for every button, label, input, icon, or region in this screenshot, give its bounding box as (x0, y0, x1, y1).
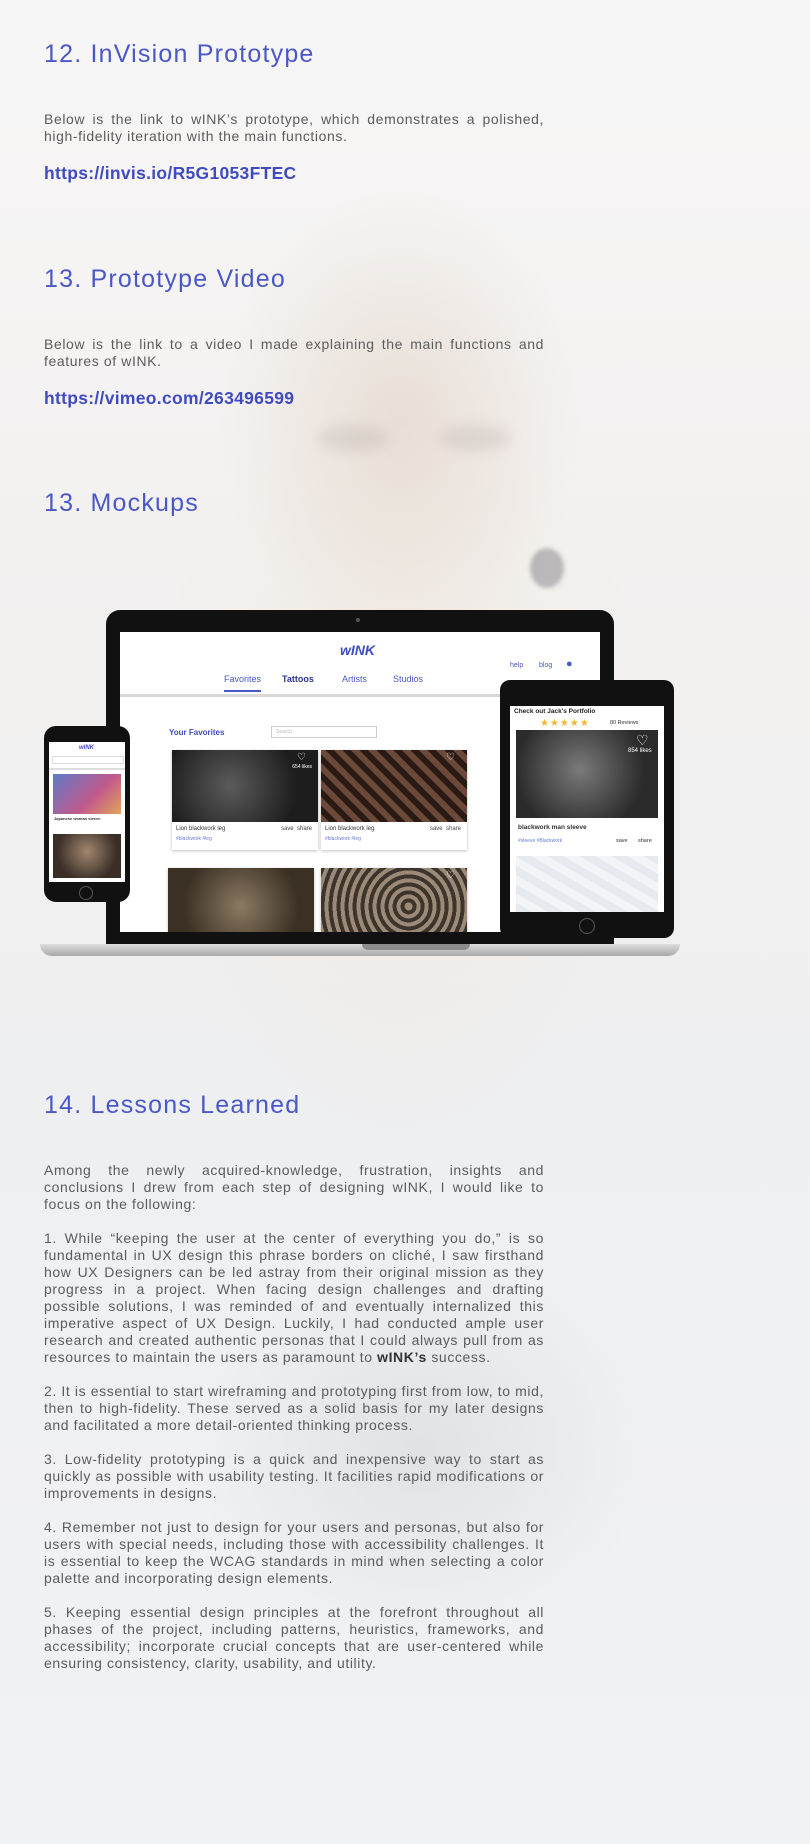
tablet-tags: #sleeve #Blackwork (518, 838, 563, 844)
phone-screen: wINK Japanese woman sleeve (49, 742, 125, 882)
tablet-likes: 854 likes (628, 748, 652, 754)
heart-icon: ♡ (297, 752, 306, 763)
nav-artists: Artists (342, 674, 368, 684)
heart-icon: ♡ (446, 870, 455, 881)
section-heading-mockups: 13. Mockups (44, 489, 199, 517)
invision-link[interactable]: https://invis.io/R5G1053FTEC (44, 163, 296, 184)
card-actions: save share (429, 826, 461, 832)
section-heading-lessons: 14. Lessons Learned (44, 1091, 301, 1119)
tablet-share: share (638, 838, 652, 844)
lessons-intro: Among the newly acquired-knowledge, frus… (44, 1162, 544, 1212)
review-count: 80 Reviews (610, 720, 639, 726)
card-caption: Lion blackwork leg (325, 826, 375, 832)
likes-count: 654 likes (292, 764, 312, 770)
device-mockups: wINK help blog ● Favorites Tattoos Artis… (40, 610, 756, 990)
phone-logo: wINK (79, 745, 94, 751)
video-description: Below is the link to a video I made expl… (44, 336, 544, 369)
lesson-item-5: 5. Keeping essential design principles a… (44, 1604, 544, 1671)
star-rating: ★★★★★ (540, 718, 590, 729)
tattoo-card: ♡ (321, 868, 467, 932)
mockup-search-field: Search (271, 726, 377, 738)
nav-tattoos: Tattoos (282, 674, 314, 684)
help-link: help (510, 662, 524, 669)
lesson-item-4: 4. Remember not just to design for your … (44, 1519, 544, 1586)
tablet-save: save (616, 838, 628, 844)
tablet-caption: blackwork man sleeve (518, 824, 587, 831)
section-heading-invision: 12. InVision Prototype (44, 40, 315, 68)
tattoo-card: ♡ Lion blackwork leg #blackwork #leg sav… (321, 750, 467, 850)
your-favorites-label: Your Favorites (169, 728, 225, 737)
lesson-item-2: 2. It is essential to start wireframing … (44, 1383, 544, 1433)
tablet-mockup: Check out Jack's Portfolio ★★★★★ 80 Revi… (500, 680, 674, 938)
portfolio-title: Check out Jack's Portfolio (514, 708, 596, 715)
card-caption: Lion blackwork leg (176, 826, 226, 832)
card-tags: #blackwork #leg (325, 836, 361, 842)
invision-description: Below is the link to wINK’s prototype, w… (44, 111, 544, 144)
blog-link: blog (539, 662, 553, 669)
map-preview (516, 856, 658, 912)
lesson-item-3: 3. Low-fidelity prototyping is a quick a… (44, 1451, 544, 1501)
lesson-item-1: 1. While “keeping the user at the center… (44, 1230, 544, 1365)
user-icon: ● (566, 658, 573, 670)
vimeo-link[interactable]: https://vimeo.com/263496599 (44, 388, 294, 409)
phone-card-caption: Japanese woman sleeve (54, 816, 101, 821)
section-heading-video: 13. Prototype Video (44, 265, 286, 293)
tattoo-card: ♡ 654 likes Lion blackwork leg #blackwor… (172, 750, 318, 850)
nav-studios: Studios (393, 674, 424, 684)
card-actions: save share (280, 826, 312, 832)
nav-favorites: Favorites (224, 674, 262, 692)
wink-logo: wINK (340, 642, 375, 658)
phone-mockup: wINK Japanese woman sleeve (44, 726, 130, 902)
heart-icon: ♡ (446, 752, 455, 763)
tattoo-card (168, 868, 314, 932)
heart-icon: ♡ (636, 732, 649, 748)
card-tags: #blackwork #leg (176, 836, 212, 842)
tablet-screen: Check out Jack's Portfolio ★★★★★ 80 Revi… (510, 706, 664, 912)
